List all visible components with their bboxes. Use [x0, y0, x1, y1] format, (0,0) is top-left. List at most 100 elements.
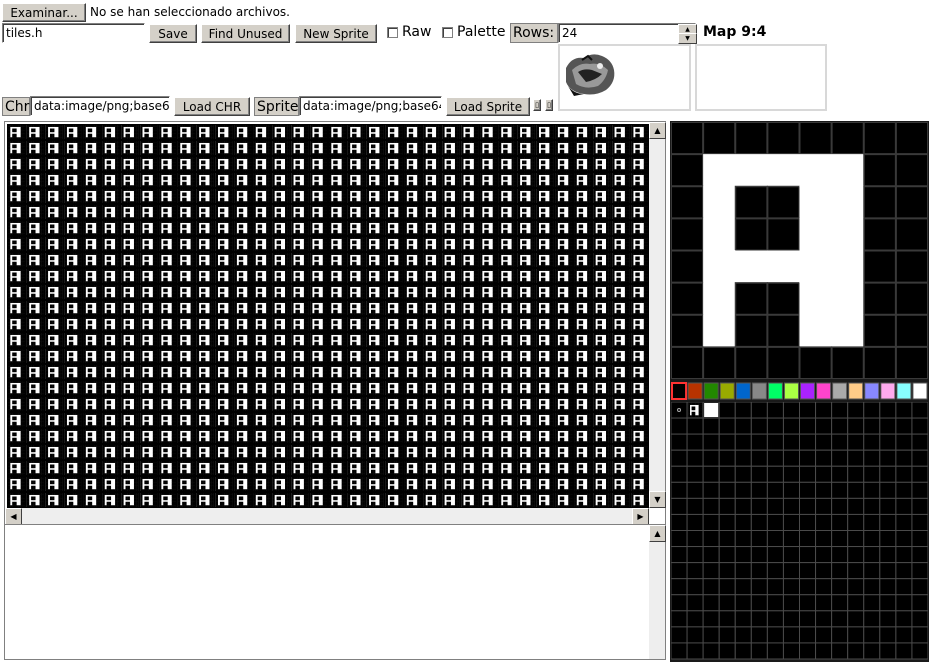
- tile-cell[interactable]: [385, 461, 403, 476]
- tile-cell[interactable]: [385, 205, 403, 220]
- tile-cell[interactable]: [517, 285, 535, 300]
- editor-pixel[interactable]: [799, 250, 833, 284]
- editor-pixel-dark[interactable]: [895, 250, 928, 283]
- tile-cell[interactable]: [574, 141, 592, 156]
- palette-swatch[interactable]: [671, 382, 688, 400]
- tile-cell[interactable]: [26, 429, 44, 444]
- picker-cell[interactable]: [879, 626, 897, 644]
- tile-cell[interactable]: [45, 365, 63, 380]
- editor-pixel-dark[interactable]: [799, 122, 832, 155]
- tile-cell[interactable]: [480, 493, 498, 508]
- tile-cell[interactable]: [45, 125, 63, 140]
- picker-cell[interactable]: [847, 433, 865, 451]
- tile-cell[interactable]: [536, 173, 554, 188]
- tile-cell[interactable]: [423, 413, 441, 428]
- picker-cell[interactable]: [750, 546, 768, 564]
- picker-cell[interactable]: [734, 465, 752, 483]
- tile-cell[interactable]: [310, 493, 328, 508]
- tile-cell[interactable]: [612, 237, 630, 252]
- tile-cell[interactable]: [593, 317, 611, 332]
- tile-cell[interactable]: [272, 269, 290, 284]
- tile-cell[interactable]: [64, 429, 82, 444]
- tile-cell[interactable]: [631, 477, 649, 492]
- tile-cell[interactable]: [159, 413, 177, 428]
- tile-cell[interactable]: [385, 189, 403, 204]
- tile-cell[interactable]: [26, 413, 44, 428]
- picker-cell[interactable]: [815, 465, 833, 483]
- editor-pixel-dark[interactable]: [895, 122, 928, 155]
- picker-cell[interactable]: [895, 513, 913, 531]
- picker-cell[interactable]: [734, 594, 752, 612]
- tile-cell[interactable]: [83, 333, 101, 348]
- tile-cell[interactable]: [8, 125, 26, 140]
- picker-cell[interactable]: [831, 546, 849, 564]
- tile-cell[interactable]: [196, 141, 214, 156]
- picker-cell[interactable]: [686, 433, 704, 451]
- tile-cell[interactable]: [83, 493, 101, 508]
- picker-cell[interactable]: [815, 626, 833, 644]
- tile-cell[interactable]: [498, 189, 517, 204]
- tile-cell[interactable]: [329, 333, 347, 348]
- tile-cell[interactable]: [64, 253, 82, 268]
- tile-grid[interactable]: [7, 124, 649, 508]
- tile-cell[interactable]: [291, 461, 309, 476]
- tile-cell[interactable]: [347, 173, 365, 188]
- tile-cell[interactable]: [310, 333, 328, 348]
- tile-cell[interactable]: [310, 397, 328, 412]
- picker-cell[interactable]: [847, 417, 865, 435]
- picker-cell[interactable]: [879, 497, 897, 515]
- tile-cell[interactable]: [385, 173, 403, 188]
- tile-cell[interactable]: [329, 237, 347, 252]
- picker-cell[interactable]: [799, 513, 817, 531]
- tile-cell[interactable]: [159, 189, 177, 204]
- tile-cell[interactable]: [385, 397, 403, 412]
- palette-swatch[interactable]: [735, 382, 751, 400]
- tile-cell[interactable]: [536, 445, 554, 460]
- tile-cell[interactable]: [461, 141, 479, 156]
- editor-pixel[interactable]: [702, 153, 736, 187]
- tile-cell[interactable]: [121, 301, 139, 316]
- tile-cell[interactable]: [329, 269, 347, 284]
- tile-cell[interactable]: [253, 413, 271, 428]
- tile-cell[interactable]: [631, 253, 649, 268]
- tile-cell[interactable]: [329, 445, 347, 460]
- load-chr-button[interactable]: Load CHR: [174, 97, 250, 116]
- tile-cell[interactable]: [83, 461, 101, 476]
- tile-cell[interactable]: [83, 477, 101, 492]
- tile-cell[interactable]: [631, 429, 649, 444]
- tile-cell[interactable]: [329, 125, 347, 140]
- tile-cell[interactable]: [272, 141, 290, 156]
- editor-pixel-dark[interactable]: [767, 282, 800, 315]
- picker-cell[interactable]: [815, 546, 833, 564]
- picker-cell[interactable]: [718, 465, 736, 483]
- tile-cell[interactable]: [461, 157, 479, 172]
- tile-cell[interactable]: [423, 317, 441, 332]
- palette-swatch[interactable]: [783, 382, 799, 400]
- tile-cell[interactable]: [329, 189, 347, 204]
- tile-cell[interactable]: [423, 141, 441, 156]
- tile-cell[interactable]: [631, 493, 649, 508]
- tile-cell[interactable]: [26, 173, 44, 188]
- editor-pixel-dark[interactable]: [767, 218, 800, 251]
- picker-cell[interactable]: [734, 642, 752, 660]
- tile-cell[interactable]: [140, 141, 158, 156]
- tile-cell[interactable]: [64, 173, 82, 188]
- tile-cell[interactable]: [159, 125, 177, 140]
- tile-cell[interactable]: [64, 221, 82, 236]
- tile-cell[interactable]: [291, 141, 309, 156]
- picker-cell[interactable]: [879, 465, 897, 483]
- tile-cell[interactable]: [8, 221, 26, 236]
- tile-cell[interactable]: [215, 381, 233, 396]
- tile-cell[interactable]: [8, 461, 26, 476]
- picker-cell[interactable]: [718, 610, 736, 628]
- tile-cell[interactable]: [234, 333, 252, 348]
- tile-cell[interactable]: [404, 333, 422, 348]
- tile-cell[interactable]: [253, 301, 271, 316]
- tile-cell[interactable]: [555, 365, 573, 380]
- tile-cell[interactable]: [64, 157, 82, 172]
- editor-pixel-dark[interactable]: [895, 186, 928, 219]
- small-button-2[interactable]: ▯: [545, 99, 553, 111]
- tile-cell[interactable]: [196, 365, 214, 380]
- tile-cell[interactable]: [159, 157, 177, 172]
- picker-cell[interactable]: [750, 481, 768, 499]
